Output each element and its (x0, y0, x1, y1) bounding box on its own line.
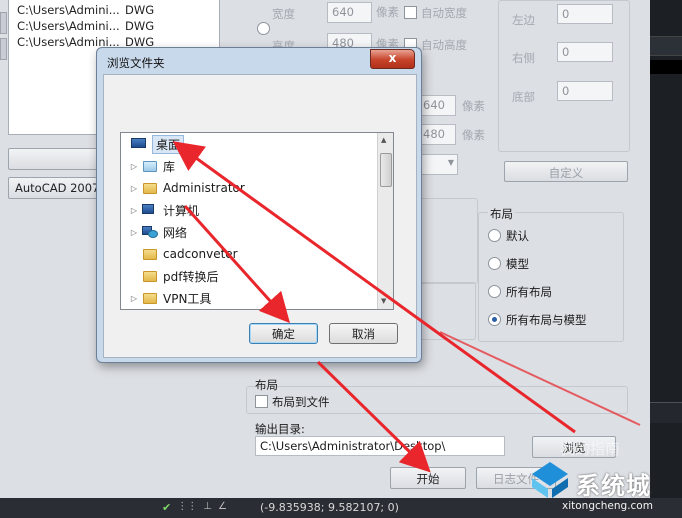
tree-item-computer[interactable]: ▷ 计算机 (129, 199, 199, 221)
network-icon (142, 225, 158, 239)
cad-tab-strip (650, 60, 682, 74)
unit-label: 像素 (376, 5, 399, 19)
file-type: DWG (125, 19, 155, 33)
ok-button[interactable]: 确定 (249, 323, 318, 344)
tree-item-desktop[interactable]: 桌面 (131, 133, 185, 155)
layout2-title: 布局 (255, 378, 278, 392)
file-type: DWG (125, 3, 155, 17)
tree-item-label: pdf转换后 (163, 269, 219, 284)
width-label: 宽度 (272, 7, 295, 21)
scroll-up-icon[interactable]: ▲ (381, 136, 386, 144)
folder-tree[interactable]: 桌面 ▷ 库 ▷ Administrator ▷ 计算机 ▷ 网络 cadcon… (120, 132, 394, 310)
start-button[interactable]: 开始 (390, 467, 466, 489)
brand-logo-icon (532, 462, 568, 498)
grid-icon[interactable]: ⋮⋮ (177, 501, 197, 515)
expand-icon[interactable]: ▷ (129, 228, 139, 237)
close-icon: x (388, 51, 397, 65)
margin-bottom-field[interactable]: 0 (557, 81, 613, 101)
output-dir-label: 输出目录: (255, 422, 305, 436)
height-field-2[interactable]: 480 (418, 124, 456, 145)
side-button[interactable] (0, 38, 7, 60)
expand-icon[interactable]: ▷ (129, 294, 139, 303)
size-radio[interactable] (257, 22, 275, 36)
polar-icon[interactable]: ∠ (218, 501, 227, 515)
close-button[interactable]: x (370, 49, 415, 69)
tree-item-label: VPN工具 (163, 291, 212, 306)
layout-option-all-layouts[interactable]: 所有布局 (488, 284, 552, 300)
status-toggle-icons[interactable]: ✔ ⋮⋮ ⊥ ∠ (162, 501, 252, 515)
tree-item-network[interactable]: ▷ 网络 (129, 221, 187, 243)
watermark-url: xitongcheng.com (562, 500, 653, 512)
tree-item-library[interactable]: ▷ 库 (129, 155, 175, 177)
margin-left-label: 左边 (512, 13, 535, 27)
width-field-2[interactable]: 640 (418, 95, 456, 116)
library-icon (142, 159, 158, 173)
file-row[interactable]: C:\Users\Admini... DWG (17, 3, 165, 19)
tree-item-administrator[interactable]: ▷ Administrator (129, 177, 245, 199)
watermark-brand: 系统城 (576, 472, 651, 500)
expand-icon[interactable]: ▷ (129, 162, 139, 171)
folder-icon (142, 269, 158, 283)
user-folder-icon (142, 181, 158, 195)
auto-width-checkbox[interactable]: 自动宽度 (404, 5, 467, 21)
dialog-title: 浏览文件夹 (107, 56, 165, 70)
file-row[interactable]: C:\Users\Admini... DWG (17, 19, 165, 35)
tree-item-vpn[interactable]: ▷ VPN工具 (129, 287, 212, 309)
cad-drawing-area[interactable] (650, 0, 682, 498)
computer-icon (142, 203, 158, 217)
tree-scrollbar[interactable]: ▲ ▼ (377, 133, 393, 309)
file-path: C:\Users\Admini... (17, 19, 120, 33)
side-button[interactable] (0, 12, 7, 34)
dialog-body: 桌面 ▷ 库 ▷ Administrator ▷ 计算机 ▷ 网络 cadcon… (103, 74, 417, 358)
tree-item-label: 桌面 (152, 134, 185, 154)
cancel-button[interactable]: 取消 (329, 323, 398, 344)
ortho-icon[interactable]: ⊥ (203, 501, 212, 515)
custom-button[interactable]: 自定义 (504, 161, 628, 182)
cad-command-bar (650, 402, 682, 423)
layout-option-default[interactable]: 默认 (488, 228, 529, 244)
margin-left-field[interactable]: 0 (557, 4, 613, 24)
layout-option-all-layouts-model[interactable]: 所有布局与模型 (488, 312, 587, 328)
desktop-icon (131, 137, 147, 151)
expand-icon[interactable]: ▷ (129, 206, 139, 215)
expand-icon[interactable]: ▷ (129, 184, 139, 193)
margin-right-field[interactable]: 0 (557, 42, 613, 62)
scroll-down-icon[interactable]: ▼ (381, 297, 386, 305)
unit-label-2: 像素 (462, 99, 485, 113)
file-path: C:\Users\Admini... (17, 3, 120, 17)
browse-folder-dialog[interactable]: 浏览文件夹 x 桌面 ▷ 库 ▷ Administrator ▷ 计算机 ▷ 网… (96, 47, 422, 363)
tree-item-label: Administrator (163, 181, 245, 195)
unit-label-3: 像素 (462, 128, 485, 142)
tree-item-label: cadconveter (163, 247, 238, 261)
width-field[interactable]: 640 (327, 2, 372, 23)
tree-item-cadconveter[interactable]: cadconveter (129, 243, 238, 265)
chevron-down-icon: ▼ (447, 158, 454, 167)
tree-item-label: 网络 (163, 225, 188, 240)
format-select[interactable]: ▼ (418, 154, 458, 175)
output-dir-input[interactable]: C:\Users\Administrator\Desktop\ (255, 436, 505, 456)
snap-icon[interactable]: ✔ (162, 501, 171, 515)
tree-item-pdf[interactable]: pdf转换后 (129, 265, 218, 287)
scroll-thumb[interactable] (380, 153, 392, 187)
margin-right-label: 右侧 (512, 51, 535, 65)
layout-to-file-checkbox[interactable]: 布局到文件 (255, 394, 330, 410)
cad-toolbar (650, 36, 682, 56)
tree-item-label: 计算机 (163, 203, 200, 218)
layout-title: 布局 (488, 206, 515, 222)
coordinates-readout: (-9.835938; 9.582107; 0) (260, 501, 399, 514)
tree-item-label: 库 (163, 159, 176, 174)
margin-bottom-label: 底部 (512, 90, 535, 104)
layout-option-model[interactable]: 模型 (488, 256, 529, 272)
folder-icon (142, 291, 158, 305)
folder-icon (142, 247, 158, 261)
watermark-tag: 我的指南 (560, 440, 621, 458)
